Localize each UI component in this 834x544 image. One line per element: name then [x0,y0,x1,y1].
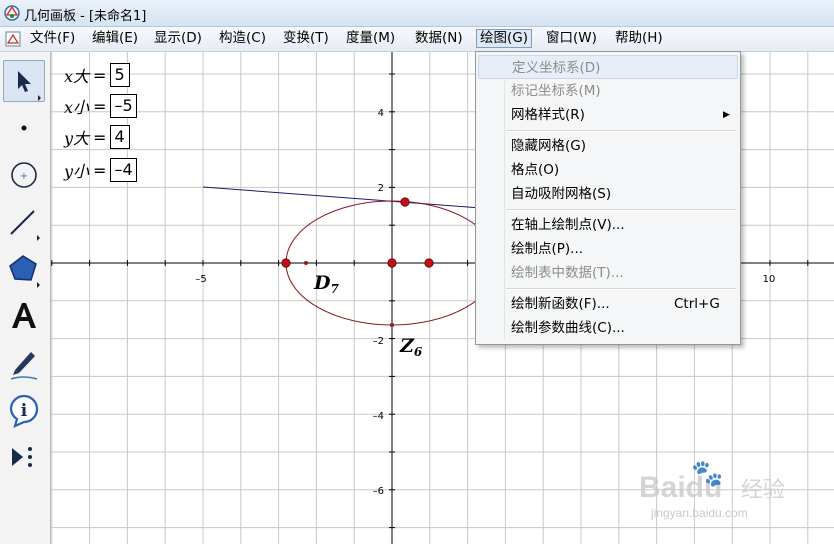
menu-edit[interactable]: 编辑(E) [89,29,141,48]
menu-separator [506,288,736,290]
compass-tool[interactable]: + [3,154,45,196]
menu-item-plot-point-on-axis[interactable]: 在轴上绘制点(V)... [478,213,738,237]
polygon-tool[interactable] [3,248,45,290]
toolbox: + i [0,52,51,544]
arrow-select-icon [18,71,41,101]
watermark-suffix: 经验 [741,478,785,503]
compass-icon: + [11,162,37,188]
menu-item-plot-points[interactable]: 绘制点(P)... [478,237,738,261]
point-icon [21,125,27,131]
menu-transform[interactable]: 变换(T) [280,29,332,48]
menu-separator [506,209,736,211]
menu-separator [506,130,736,132]
menu-item-plot-table-data[interactable]: 绘制表中数据(T)... [478,261,738,285]
menu-item-define-coordinate-system[interactable]: 定义坐标系(D) [478,55,738,79]
app-logo-icon [4,5,20,21]
custom-tool-icon [12,447,32,467]
menu-item-plot-new-function[interactable]: 绘制新函数(F)... Ctrl+G [478,292,738,316]
information-icon: i [9,394,39,428]
title-bar: 几何画板 - [未命名1] [0,0,834,27]
marker-tool[interactable] [3,342,45,384]
menu-help[interactable]: 帮助(H) [612,29,666,48]
shortcut-label: Ctrl+G [674,296,720,312]
submenu-arrow-icon: ▶ [723,110,730,120]
menu-item-snap-to-grid[interactable]: 自动吸附网格(S) [478,182,738,206]
menu-display[interactable]: 显示(D) [151,29,205,48]
window-title: 几何画板 - [未命名1] [24,9,147,24]
point-tool[interactable] [3,107,45,149]
menu-item-grid-points[interactable]: 格点(O) [478,158,738,182]
information-tool[interactable]: i [3,389,45,431]
document-icon[interactable] [5,31,21,47]
menu-window[interactable]: 窗口(W) [543,29,600,48]
menu-item-plot-parametric-curve[interactable]: 绘制参数曲线(C)... [478,316,738,340]
menu-item-hide-grid[interactable]: 隐藏网格(G) [478,134,738,158]
menu-graph[interactable]: 绘图(G) [476,29,532,48]
menu-item-grid-style[interactable]: 网格样式(R) ▶ [478,103,738,127]
polygon-icon [9,255,40,288]
menu-item-mark-coordinate-system[interactable]: 标记坐标系(M) [478,79,738,103]
straightedge-tool[interactable] [3,201,45,243]
custom-tool[interactable] [3,436,45,478]
arrow-select-tool[interactable] [3,60,45,102]
menu-file[interactable]: 文件(F) [27,29,78,48]
menu-data[interactable]: 数据(N) [412,29,466,48]
graph-menu-dropdown: 定义坐标系(D) 标记坐标系(M) 网格样式(R) ▶ 隐藏网格(G) 格点(O)… [475,51,741,345]
menu-construct[interactable]: 构造(C) [216,29,269,48]
watermark-url: jingyan.baidu.com [650,506,748,520]
straightedge-icon [10,210,40,241]
paw-icon: 🐾 [691,459,723,489]
svg-text:+: + [20,171,28,182]
menu-bar: 文件(F) 编辑(E) 显示(D) 构造(C) 变换(T) 度量(M) 数据(N… [0,27,834,52]
marker-pen-icon [10,352,38,380]
menu-measure[interactable]: 度量(M) [343,29,398,48]
text-icon [12,303,36,328]
svg-text:i: i [21,401,28,421]
text-tool[interactable] [3,295,45,337]
